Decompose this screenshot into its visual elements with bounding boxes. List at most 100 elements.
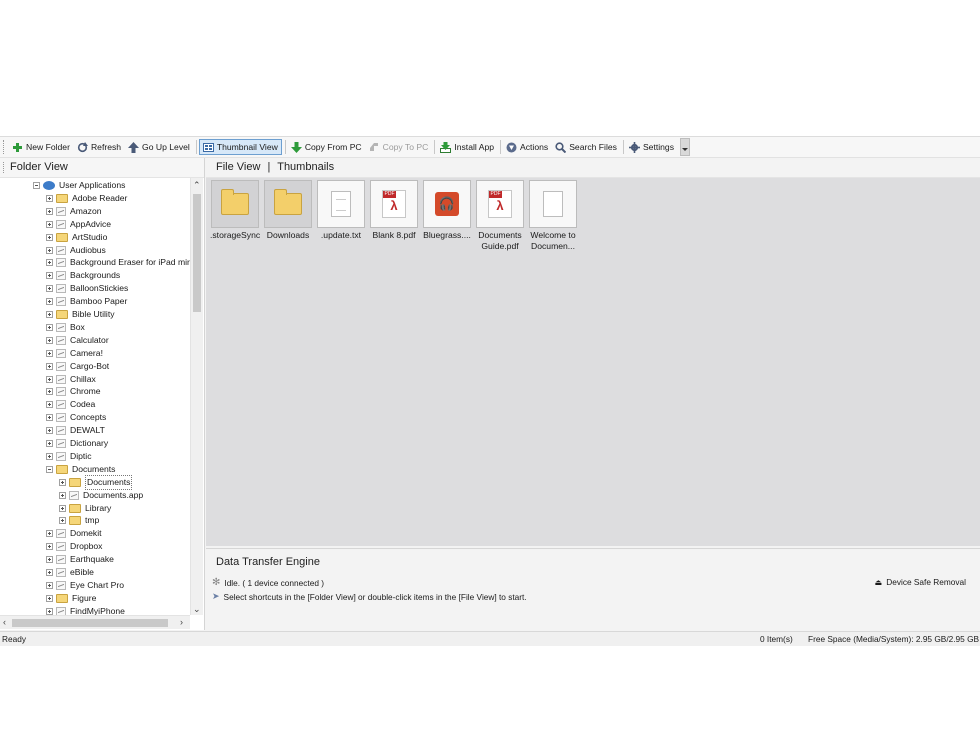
- actions-button[interactable]: Actions: [503, 139, 551, 155]
- collapse-toggle[interactable]: [33, 182, 40, 189]
- tree-item[interactable]: Dictionary: [46, 437, 108, 450]
- folder-icon: [56, 193, 68, 203]
- expand-toggle[interactable]: [46, 349, 53, 357]
- expand-toggle[interactable]: [46, 246, 53, 254]
- tree-item[interactable]: Documents.app: [59, 489, 143, 502]
- expand-toggle[interactable]: [46, 556, 53, 564]
- tree-item[interactable]: Dropbox: [46, 540, 102, 553]
- expand-toggle[interactable]: [46, 530, 53, 538]
- expand-toggle[interactable]: [46, 194, 53, 202]
- tree-item[interactable]: Chrome: [46, 385, 101, 398]
- file-thumbnail[interactable]: Welcome to Documen...: [528, 180, 578, 252]
- expand-toggle[interactable]: [46, 311, 53, 318]
- tree-item[interactable]: Camera!: [46, 347, 103, 360]
- file-thumbnail[interactable]: PDF λ Blank 8.pdf: [369, 180, 419, 241]
- tree-item[interactable]: Earthquake: [46, 553, 114, 566]
- expand-toggle[interactable]: [46, 594, 53, 602]
- folder-tree-vertical-scrollbar[interactable]: ⌃ ⌄: [190, 178, 203, 615]
- expand-toggle[interactable]: [46, 272, 53, 280]
- tree-item[interactable]: Chillax: [46, 373, 96, 386]
- tree-item[interactable]: Domekit: [46, 527, 102, 540]
- collapse-toggle[interactable]: [46, 465, 53, 473]
- expand-toggle[interactable]: [46, 414, 53, 422]
- expand-toggle[interactable]: [46, 285, 53, 293]
- folder-tree-horizontal-scrollbar[interactable]: ‹ ›: [0, 615, 190, 629]
- horizontal-scroll-thumb[interactable]: [12, 619, 168, 627]
- tree-item[interactable]: Background Eraser for iPad mir: [46, 256, 190, 269]
- expand-toggle[interactable]: [46, 388, 53, 396]
- expand-toggle[interactable]: [46, 401, 53, 409]
- tree-item[interactable]: Audiobus: [46, 244, 106, 257]
- go-up-level-button[interactable]: Go Up Level: [125, 139, 193, 155]
- tree-item[interactable]: ArtStudio: [46, 231, 107, 244]
- expand-toggle[interactable]: [46, 452, 53, 460]
- file-thumbnail[interactable]: .update.txt: [316, 180, 366, 241]
- tree-item[interactable]: User Applications: [33, 179, 125, 192]
- expand-toggle[interactable]: [46, 207, 53, 215]
- tree-item[interactable]: Codea: [46, 398, 95, 411]
- tree-item[interactable]: Concepts: [46, 411, 106, 424]
- file-view-pane: File View | Thumbnails .storageSync Downl…: [206, 158, 980, 546]
- expand-toggle[interactable]: [46, 259, 53, 267]
- expand-toggle[interactable]: [46, 440, 53, 447]
- expand-toggle[interactable]: [46, 323, 53, 331]
- tree-item[interactable]: Diptic: [46, 450, 92, 463]
- settings-button[interactable]: Settings: [626, 139, 677, 155]
- tree-item[interactable]: Documents: [59, 474, 133, 490]
- tree-item[interactable]: FindMyiPhone: [46, 605, 125, 615]
- refresh-button[interactable]: Refresh: [74, 139, 124, 155]
- tree-item[interactable]: Bible Utility: [46, 308, 115, 321]
- tree-item[interactable]: BalloonStickies: [46, 282, 128, 295]
- tree-item[interactable]: eBible: [46, 566, 94, 579]
- tree-item[interactable]: Amazon: [46, 205, 102, 218]
- copy-to-pc-button[interactable]: Copy To PC: [366, 139, 432, 155]
- expand-toggle[interactable]: [59, 504, 66, 512]
- thumbnail-view-label: Thumbnail View: [216, 142, 278, 152]
- scroll-right-arrow-icon[interactable]: ›: [180, 617, 183, 627]
- toolbar-overflow-button[interactable]: [680, 138, 691, 156]
- thumbnail-view-button[interactable]: Thumbnail View: [198, 139, 282, 155]
- tree-item[interactable]: Figure: [46, 592, 96, 605]
- expand-toggle[interactable]: [46, 362, 53, 370]
- expand-toggle[interactable]: [59, 478, 66, 486]
- expand-toggle[interactable]: [46, 298, 53, 306]
- device-safe-removal-button[interactable]: ⏏ Device Safe Removal: [875, 577, 966, 587]
- tree-item[interactable]: Eye Chart Pro: [46, 579, 124, 592]
- scroll-down-arrow-icon[interactable]: ⌄: [193, 604, 201, 614]
- tree-item[interactable]: tmp: [59, 514, 99, 527]
- tree-item[interactable]: Library: [59, 502, 111, 515]
- install-app-button[interactable]: Install App: [437, 139, 497, 155]
- tree-item[interactable]: Adobe Reader: [46, 192, 127, 205]
- file-thumbnail[interactable]: PDF λ Documents Guide.pdf: [475, 180, 525, 252]
- tree-item[interactable]: Bamboo Paper: [46, 295, 127, 308]
- tree-item[interactable]: AppAdvice: [46, 218, 111, 231]
- tree-item[interactable]: Backgrounds: [46, 269, 120, 282]
- pane-grip[interactable]: [3, 162, 6, 173]
- expand-toggle[interactable]: [59, 517, 66, 525]
- expand-toggle[interactable]: [46, 543, 53, 551]
- expand-toggle[interactable]: [46, 607, 53, 615]
- new-folder-button[interactable]: New Folder: [9, 139, 73, 155]
- tree-item[interactable]: Cargo-Bot: [46, 360, 109, 373]
- file-thumbnail[interactable]: .storageSync: [210, 180, 260, 241]
- expand-toggle[interactable]: [59, 491, 66, 499]
- expand-toggle[interactable]: [46, 375, 53, 383]
- expand-toggle[interactable]: [46, 233, 53, 241]
- tree-item[interactable]: DEWALT: [46, 424, 105, 437]
- expand-toggle[interactable]: [46, 427, 53, 435]
- expand-toggle[interactable]: [46, 220, 53, 228]
- scroll-left-arrow-icon[interactable]: ‹: [3, 617, 6, 627]
- scroll-up-arrow-icon[interactable]: ⌃: [193, 180, 201, 190]
- tree-item[interactable]: Box: [46, 321, 85, 334]
- expand-toggle[interactable]: [46, 581, 53, 589]
- search-files-button[interactable]: Search Files: [552, 139, 620, 155]
- toolbar-grip[interactable]: [3, 140, 7, 154]
- file-thumbnail[interactable]: 🎧 Bluegrass....: [422, 180, 472, 241]
- file-thumbnail[interactable]: Downloads: [263, 180, 313, 241]
- expand-toggle[interactable]: [46, 569, 53, 576]
- tree-item[interactable]: Calculator: [46, 334, 109, 347]
- tree-item-label: Codea: [70, 399, 96, 410]
- expand-toggle[interactable]: [46, 336, 53, 344]
- vertical-scroll-thumb[interactable]: [193, 194, 201, 312]
- copy-from-pc-button[interactable]: Copy From PC: [288, 139, 365, 155]
